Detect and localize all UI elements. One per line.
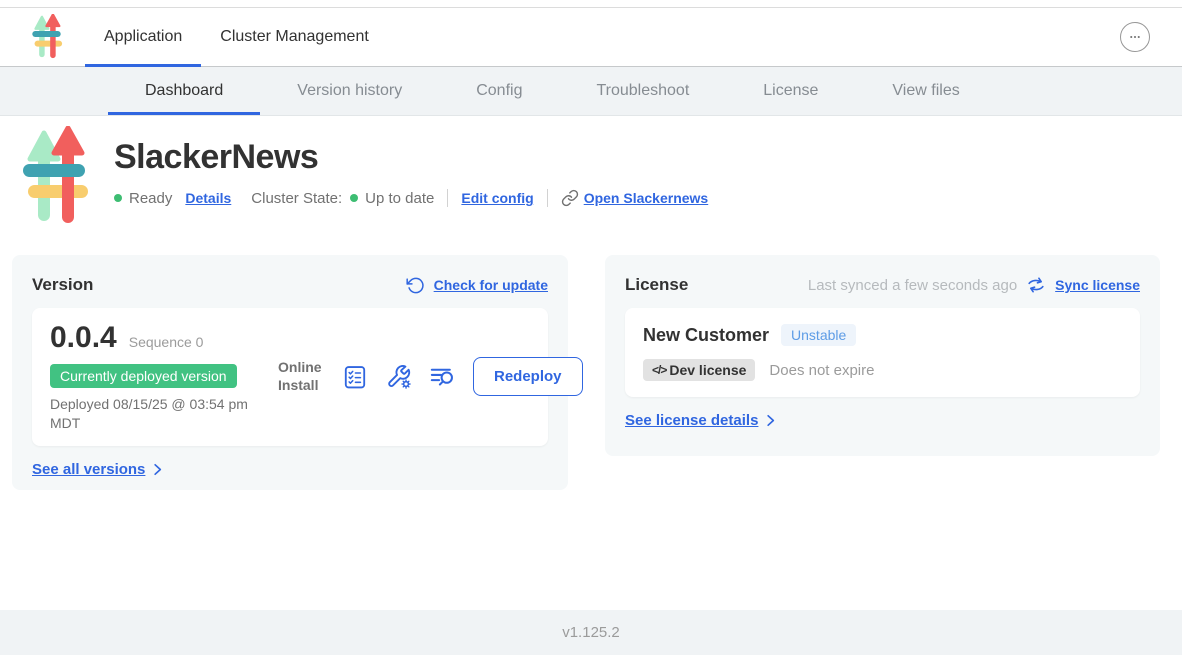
app-status-label: Ready: [129, 190, 172, 207]
console-version-label: v1.125.2: [562, 624, 620, 641]
current-version-panel: 0.0.4 Sequence 0 Currently deployed vers…: [32, 308, 548, 446]
status-details-link[interactable]: Details: [185, 190, 231, 206]
see-license-details-link[interactable]: See license details: [625, 412, 758, 429]
subtab-version-history-label: Version history: [297, 82, 402, 100]
slackernews-logo-icon: [30, 14, 63, 60]
tab-application-label: Application: [104, 28, 182, 46]
customer-name: New Customer: [643, 325, 769, 346]
license-expiration: Does not expire: [769, 362, 874, 379]
subtab-troubleshoot-label: Troubleshoot: [596, 82, 689, 100]
license-detail-panel: New Customer Unstable </> Dev license Do…: [625, 308, 1140, 397]
channel-badge: Unstable: [781, 324, 856, 346]
window-top-edge: [0, 0, 1182, 8]
license-type-badge: </> Dev license: [643, 359, 755, 381]
subtab-license-label: License: [763, 82, 818, 100]
refresh-icon: [406, 276, 425, 295]
redeploy-button[interactable]: Redeploy: [473, 357, 583, 396]
deployed-timestamp: Deployed 08/15/25 @ 03:54 pm MDT: [50, 395, 265, 433]
last-synced-label: Last synced a few seconds ago: [808, 277, 1017, 294]
subtab-troubleshoot[interactable]: Troubleshoot: [559, 67, 726, 115]
subtab-dashboard-label: Dashboard: [145, 82, 223, 100]
tab-cluster-management[interactable]: Cluster Management: [201, 8, 388, 66]
version-card-title: Version: [32, 275, 93, 295]
version-number: 0.0.4: [50, 321, 117, 355]
open-app-link-group[interactable]: Open Slackernews: [561, 189, 709, 207]
chevron-right-icon: [763, 413, 778, 428]
app-status-dot: [114, 194, 122, 202]
subtab-config[interactable]: Config: [439, 67, 559, 115]
app-status-row: Ready Details Cluster State: Up to date …: [114, 189, 708, 207]
more-menu-button[interactable]: [1120, 22, 1150, 52]
install-type-label: Online Install: [278, 359, 324, 394]
slackernews-app-logo: [18, 126, 90, 228]
cluster-state-dot: [350, 194, 358, 202]
divider: [447, 189, 448, 207]
code-icon: </>: [652, 363, 666, 377]
check-for-update-link[interactable]: Check for update: [434, 277, 548, 293]
subtab-license[interactable]: License: [726, 67, 855, 115]
page-title: SlackerNews: [114, 138, 708, 177]
preflight-checks-icon: [342, 364, 368, 390]
sequence-label: Sequence 0: [129, 334, 204, 350]
app-header: SlackerNews Ready Details Cluster State:…: [0, 116, 1182, 228]
deploy-logs-button[interactable]: [429, 363, 456, 390]
subtab-version-history[interactable]: Version history: [260, 67, 439, 115]
link-icon: [561, 189, 579, 207]
main-nav-tabs: Application Cluster Management: [85, 8, 388, 66]
license-card: License Last synced a few seconds ago Sy…: [605, 255, 1160, 456]
cluster-state-value: Up to date: [365, 190, 434, 207]
version-card: Version Check for update 0.0.4 Sequence …: [12, 255, 568, 490]
ellipsis-icon: [1126, 28, 1144, 46]
subtab-view-files-label: View files: [892, 82, 959, 100]
app-footer: v1.125.2: [0, 610, 1182, 655]
currently-deployed-badge: Currently deployed version: [50, 364, 237, 388]
open-slackernews-link[interactable]: Open Slackernews: [584, 190, 709, 206]
app-sub-nav: Dashboard Version history Config Trouble…: [0, 67, 1182, 116]
license-card-title: License: [625, 275, 688, 295]
nav-logo[interactable]: [0, 14, 85, 60]
divider: [547, 189, 548, 207]
config-wrench-icon: [385, 363, 412, 390]
sync-arrows-icon: [1026, 275, 1046, 295]
preflight-checks-button[interactable]: [341, 363, 368, 390]
main-nav: Application Cluster Management: [0, 8, 1182, 67]
subtab-dashboard[interactable]: Dashboard: [108, 67, 260, 115]
edit-config-button[interactable]: [385, 363, 412, 390]
license-type-label: Dev license: [669, 362, 746, 378]
sync-license-link[interactable]: Sync license: [1055, 277, 1140, 293]
edit-config-link[interactable]: Edit config: [461, 190, 533, 206]
chevron-right-icon: [150, 462, 165, 477]
see-all-versions-link[interactable]: See all versions: [32, 461, 145, 478]
tab-cluster-management-label: Cluster Management: [220, 28, 369, 46]
subtab-view-files[interactable]: View files: [855, 67, 996, 115]
deploy-logs-icon: [429, 363, 456, 390]
subtab-config-label: Config: [476, 82, 522, 100]
cluster-state-label: Cluster State:: [251, 190, 342, 207]
tab-application[interactable]: Application: [85, 8, 201, 66]
